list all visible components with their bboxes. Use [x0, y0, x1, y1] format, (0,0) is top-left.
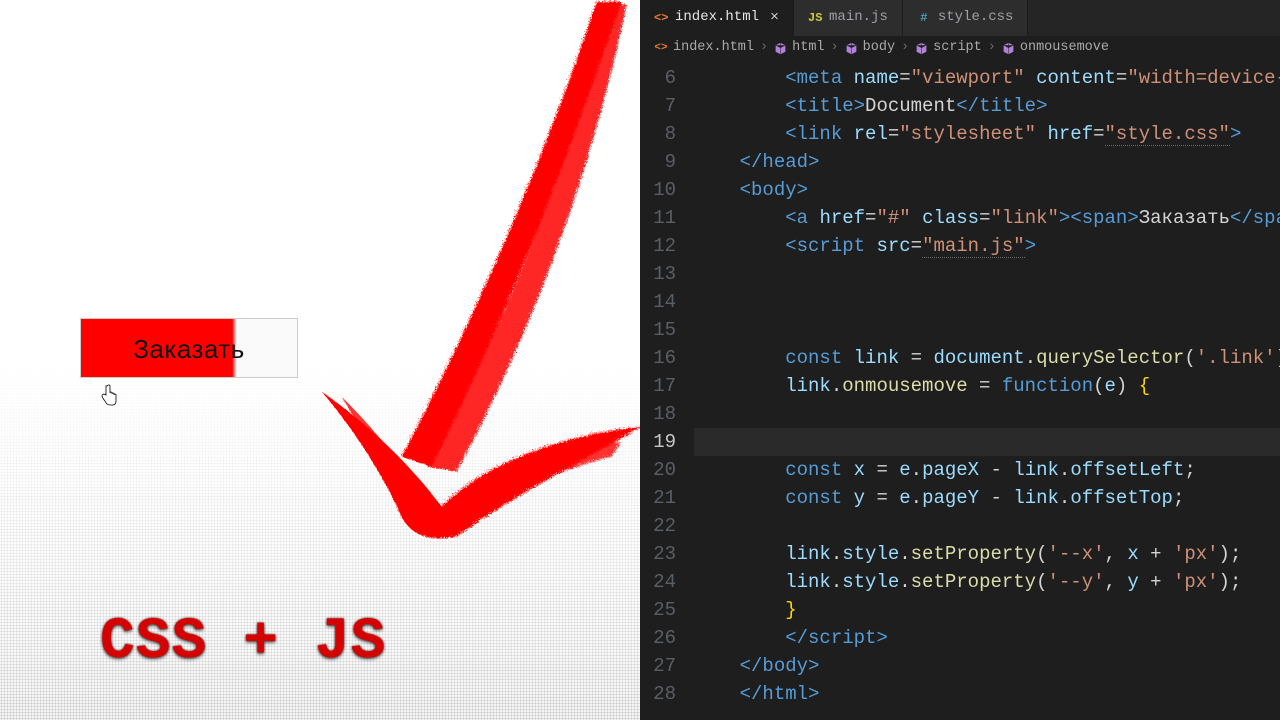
breadcrumb[interactable]: <> index.html › html › body › script › onmousemov… [640, 36, 1280, 62]
code-content[interactable]: <meta name="viewport" content="width=dev… [694, 64, 1280, 720]
editor-tabbar: <> index.html × JS main.js # style.css [640, 0, 1280, 36]
symbol-cube-icon [845, 42, 858, 55]
code-line[interactable]: link.onmousemove = function(e) { [694, 372, 1280, 400]
code-line[interactable]: <link rel="stylesheet" href="style.css"> [694, 120, 1280, 148]
tab-label: style.css [938, 7, 1014, 29]
code-line[interactable]: </head> [694, 148, 1280, 176]
line-number: 12 [640, 232, 676, 260]
file-html-icon: <> [654, 11, 668, 25]
code-line[interactable] [694, 428, 1280, 456]
line-number: 10 [640, 176, 676, 204]
line-number: 7 [640, 92, 676, 120]
code-line[interactable]: <a href="#" class="link"><span>Заказать<… [694, 204, 1280, 232]
breadcrumb-item[interactable]: html [774, 38, 824, 59]
tab-index-html[interactable]: <> index.html × [640, 0, 794, 36]
breadcrumb-label: script [933, 38, 982, 59]
line-number: 18 [640, 400, 676, 428]
line-number: 9 [640, 148, 676, 176]
file-js-icon: JS [808, 11, 822, 25]
line-number: 22 [640, 512, 676, 540]
file-html-icon: <> [654, 41, 668, 55]
code-line[interactable]: <title>Document</title> [694, 92, 1280, 120]
code-line[interactable] [694, 512, 1280, 540]
line-number: 23 [640, 540, 676, 568]
file-css-icon: # [917, 11, 931, 25]
code-line[interactable]: </script> [694, 624, 1280, 652]
chevron-right-icon: › [831, 38, 839, 59]
symbol-cube-icon [774, 42, 787, 55]
code-line[interactable]: </body> [694, 652, 1280, 680]
breadcrumb-label: body [863, 38, 895, 59]
preview-pane: Заказать CSS + JS [0, 0, 640, 720]
line-number: 27 [640, 652, 676, 680]
code-line[interactable] [694, 260, 1280, 288]
breadcrumb-item[interactable]: onmousemove [1002, 38, 1109, 59]
code-line[interactable]: const y = e.pageY - link.offsetTop; [694, 484, 1280, 512]
line-number: 6 [640, 64, 676, 92]
order-button-label: Заказать [81, 319, 297, 379]
line-number: 14 [640, 288, 676, 316]
code-line[interactable]: } [694, 596, 1280, 624]
code-area[interactable]: 6789101112131415161718192021222324252627… [640, 62, 1280, 720]
code-line[interactable]: link.style.setProperty('--y', y + 'px'); [694, 568, 1280, 596]
line-number: 21 [640, 484, 676, 512]
caption-text: CSS + JS [100, 610, 386, 675]
line-number: 13 [640, 260, 676, 288]
code-editor: <> index.html × JS main.js # style.css <> index… [640, 0, 1280, 720]
line-number: 20 [640, 456, 676, 484]
breadcrumb-label: index.html [673, 38, 754, 59]
line-number: 11 [640, 204, 676, 232]
tab-label: index.html [675, 7, 759, 29]
line-number: 26 [640, 624, 676, 652]
line-number: 25 [640, 596, 676, 624]
symbol-cube-icon [1002, 42, 1015, 55]
line-number: 17 [640, 372, 676, 400]
line-number: 15 [640, 316, 676, 344]
line-number: 19 [640, 428, 676, 456]
breadcrumb-item[interactable]: script [915, 38, 982, 59]
tab-label: main.js [829, 7, 888, 29]
code-line[interactable]: <script src="main.js"> [694, 232, 1280, 260]
close-icon[interactable]: × [770, 6, 779, 29]
chevron-right-icon: › [760, 38, 768, 59]
tab-main-js[interactable]: JS main.js [794, 0, 903, 36]
code-line[interactable] [694, 316, 1280, 344]
code-line[interactable]: <meta name="viewport" content="width=dev… [694, 64, 1280, 92]
tab-style-css[interactable]: # style.css [903, 0, 1029, 36]
breadcrumb-label: onmousemove [1020, 38, 1109, 59]
breadcrumb-item[interactable]: body [845, 38, 895, 59]
line-number: 24 [640, 568, 676, 596]
code-line[interactable] [694, 288, 1280, 316]
chevron-right-icon: › [901, 38, 909, 59]
line-number: 28 [640, 680, 676, 708]
code-line[interactable]: const link = document.querySelector('.li… [694, 344, 1280, 372]
line-number-gutter: 6789101112131415161718192021222324252627… [640, 64, 694, 720]
breadcrumb-label: html [792, 38, 824, 59]
code-line[interactable] [694, 400, 1280, 428]
code-line[interactable]: </html> [694, 680, 1280, 708]
order-button[interactable]: Заказать [80, 318, 298, 378]
chevron-right-icon: › [988, 38, 996, 59]
code-line[interactable]: <body> [694, 176, 1280, 204]
code-line[interactable]: link.style.setProperty('--x', x + 'px'); [694, 540, 1280, 568]
pointer-cursor-icon [100, 384, 118, 406]
line-number: 8 [640, 120, 676, 148]
line-number: 16 [640, 344, 676, 372]
code-line[interactable]: const x = e.pageX - link.offsetLeft; [694, 456, 1280, 484]
symbol-cube-icon [915, 42, 928, 55]
breadcrumb-item[interactable]: <> index.html [654, 38, 754, 59]
